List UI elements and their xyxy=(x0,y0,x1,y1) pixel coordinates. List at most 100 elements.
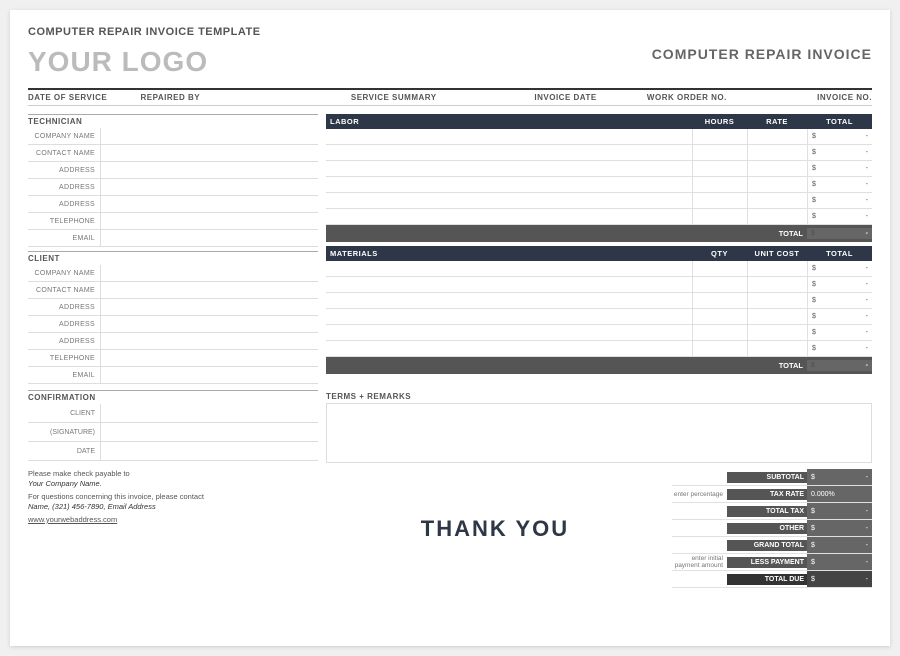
materials-unit-cost-5[interactable] xyxy=(747,341,807,356)
labor-rate-4[interactable] xyxy=(747,193,807,208)
summary-section: Subtotal $ - enter percentage Tax Rate 0… xyxy=(672,469,872,588)
labor-hours-0[interactable] xyxy=(692,129,747,144)
materials-qty-5[interactable] xyxy=(692,341,747,356)
other-row: Other $ - xyxy=(672,520,872,537)
tech-field-label-4: Address xyxy=(28,201,100,208)
other-label: Other xyxy=(727,523,807,534)
materials-unit-cost-2[interactable] xyxy=(747,293,807,308)
tech-field-value-6[interactable] xyxy=(100,230,318,246)
materials-total-0: $ - xyxy=(807,261,872,276)
labor-header-total: Total xyxy=(807,114,872,129)
tech-field-label-0: Company Name xyxy=(28,133,100,140)
client-field-value-5[interactable] xyxy=(100,350,318,366)
tech-field-value-1[interactable] xyxy=(100,145,318,161)
materials-unit-cost-4[interactable] xyxy=(747,325,807,340)
client-field-value-6[interactable] xyxy=(100,367,318,383)
confirmation-fields: Client (Signature) Date xyxy=(28,404,318,461)
labor-desc-5[interactable] xyxy=(326,209,692,224)
materials-desc-3[interactable] xyxy=(326,309,692,324)
labor-hours-4[interactable] xyxy=(692,193,747,208)
payable-line1: Please make check payable to xyxy=(28,469,318,478)
meta-repaired-by: Repaired By xyxy=(141,93,254,102)
materials-qty-0[interactable] xyxy=(692,261,747,276)
labor-header-rate: Rate xyxy=(747,114,807,129)
total-tax-value: $ - xyxy=(807,503,872,519)
conf-field-value-0[interactable] xyxy=(100,404,318,422)
materials-data-row: $ - xyxy=(326,309,872,325)
client-field-row: Email xyxy=(28,367,318,384)
terms-box[interactable] xyxy=(326,403,872,463)
technician-field-row: Contact Name xyxy=(28,145,318,162)
labor-desc-4[interactable] xyxy=(326,193,692,208)
labor-hours-1[interactable] xyxy=(692,145,747,160)
tech-field-value-3[interactable] xyxy=(100,179,318,195)
tech-field-label-6: Email xyxy=(28,235,100,242)
conf-field-row: (Signature) xyxy=(28,423,318,442)
materials-desc-5[interactable] xyxy=(326,341,692,356)
client-field-value-2[interactable] xyxy=(100,299,318,315)
tech-field-value-4[interactable] xyxy=(100,196,318,212)
labor-total-value: $ - xyxy=(807,228,872,239)
conf-field-row: Client xyxy=(28,404,318,423)
materials-desc-2[interactable] xyxy=(326,293,692,308)
grand-total-label: Grand Total xyxy=(727,540,807,551)
labor-rate-0[interactable] xyxy=(747,129,807,144)
labor-total-0: $ - xyxy=(807,129,872,144)
labor-rate-1[interactable] xyxy=(747,145,807,160)
labor-desc-1[interactable] xyxy=(326,145,692,160)
labor-rows: $ - $ - $ - $ - $ - xyxy=(326,129,872,225)
labor-desc-2[interactable] xyxy=(326,161,692,176)
tech-field-value-0[interactable] xyxy=(100,128,318,144)
total-due-value: $ - xyxy=(807,571,872,587)
materials-qty-2[interactable] xyxy=(692,293,747,308)
labor-desc-3[interactable] xyxy=(326,177,692,192)
tech-field-label-5: Telephone xyxy=(28,218,100,225)
tech-field-value-5[interactable] xyxy=(100,213,318,229)
materials-unit-cost-1[interactable] xyxy=(747,277,807,292)
labor-total-row: Total $ - xyxy=(326,225,872,242)
labor-rate-5[interactable] xyxy=(747,209,807,224)
labor-rate-3[interactable] xyxy=(747,177,807,192)
materials-unit-cost-0[interactable] xyxy=(747,261,807,276)
subtotal-value: $ - xyxy=(807,469,872,485)
meta-invoice-date: Invoice Date xyxy=(534,93,647,102)
left-column: Technician Company Name Contact Name Add… xyxy=(28,114,318,384)
header-row: YOUR LOGO Computer Repair Invoice xyxy=(28,46,872,78)
materials-qty-1[interactable] xyxy=(692,277,747,292)
technician-section-label: Technician xyxy=(28,114,318,128)
tax-rate-row: enter percentage Tax Rate 0.000% xyxy=(672,486,872,503)
materials-desc-4[interactable] xyxy=(326,325,692,340)
conf-field-value-2[interactable] xyxy=(100,442,318,460)
materials-desc-1[interactable] xyxy=(326,277,692,292)
labor-rate-2[interactable] xyxy=(747,161,807,176)
conf-field-value-1[interactable] xyxy=(100,423,318,441)
tax-rate-value: 0.000% xyxy=(807,486,872,502)
meta-invoice-no: Invoice No. xyxy=(759,93,872,102)
labor-hours-3[interactable] xyxy=(692,177,747,192)
materials-unit-cost-3[interactable] xyxy=(747,309,807,324)
materials-qty-3[interactable] xyxy=(692,309,747,324)
tech-field-label-2: Address xyxy=(28,167,100,174)
materials-header-total: Total xyxy=(807,246,872,261)
labor-hours-2[interactable] xyxy=(692,161,747,176)
tech-field-value-2[interactable] xyxy=(100,162,318,178)
materials-desc-0[interactable] xyxy=(326,261,692,276)
client-field-row: Address xyxy=(28,333,318,350)
client-field-value-0[interactable] xyxy=(100,265,318,281)
conf-field-label-1: (Signature) xyxy=(28,429,100,436)
labor-desc-0[interactable] xyxy=(326,129,692,144)
client-field-row: Address xyxy=(28,316,318,333)
invoice-page: Computer Repair Invoice Template YOUR LO… xyxy=(10,10,890,646)
materials-qty-4[interactable] xyxy=(692,325,747,340)
total-tax-label: Total Tax xyxy=(727,506,807,517)
labor-total-3: $ - xyxy=(807,177,872,192)
materials-total-row: Total $ - xyxy=(326,357,872,374)
client-field-value-1[interactable] xyxy=(100,282,318,298)
client-field-value-3[interactable] xyxy=(100,316,318,332)
logo: YOUR LOGO xyxy=(28,46,208,78)
client-field-value-4[interactable] xyxy=(100,333,318,349)
labor-total-4: $ - xyxy=(807,193,872,208)
labor-data-row: $ - xyxy=(326,209,872,225)
labor-hours-5[interactable] xyxy=(692,209,747,224)
materials-rows: $ - $ - $ - $ - $ - xyxy=(326,261,872,357)
